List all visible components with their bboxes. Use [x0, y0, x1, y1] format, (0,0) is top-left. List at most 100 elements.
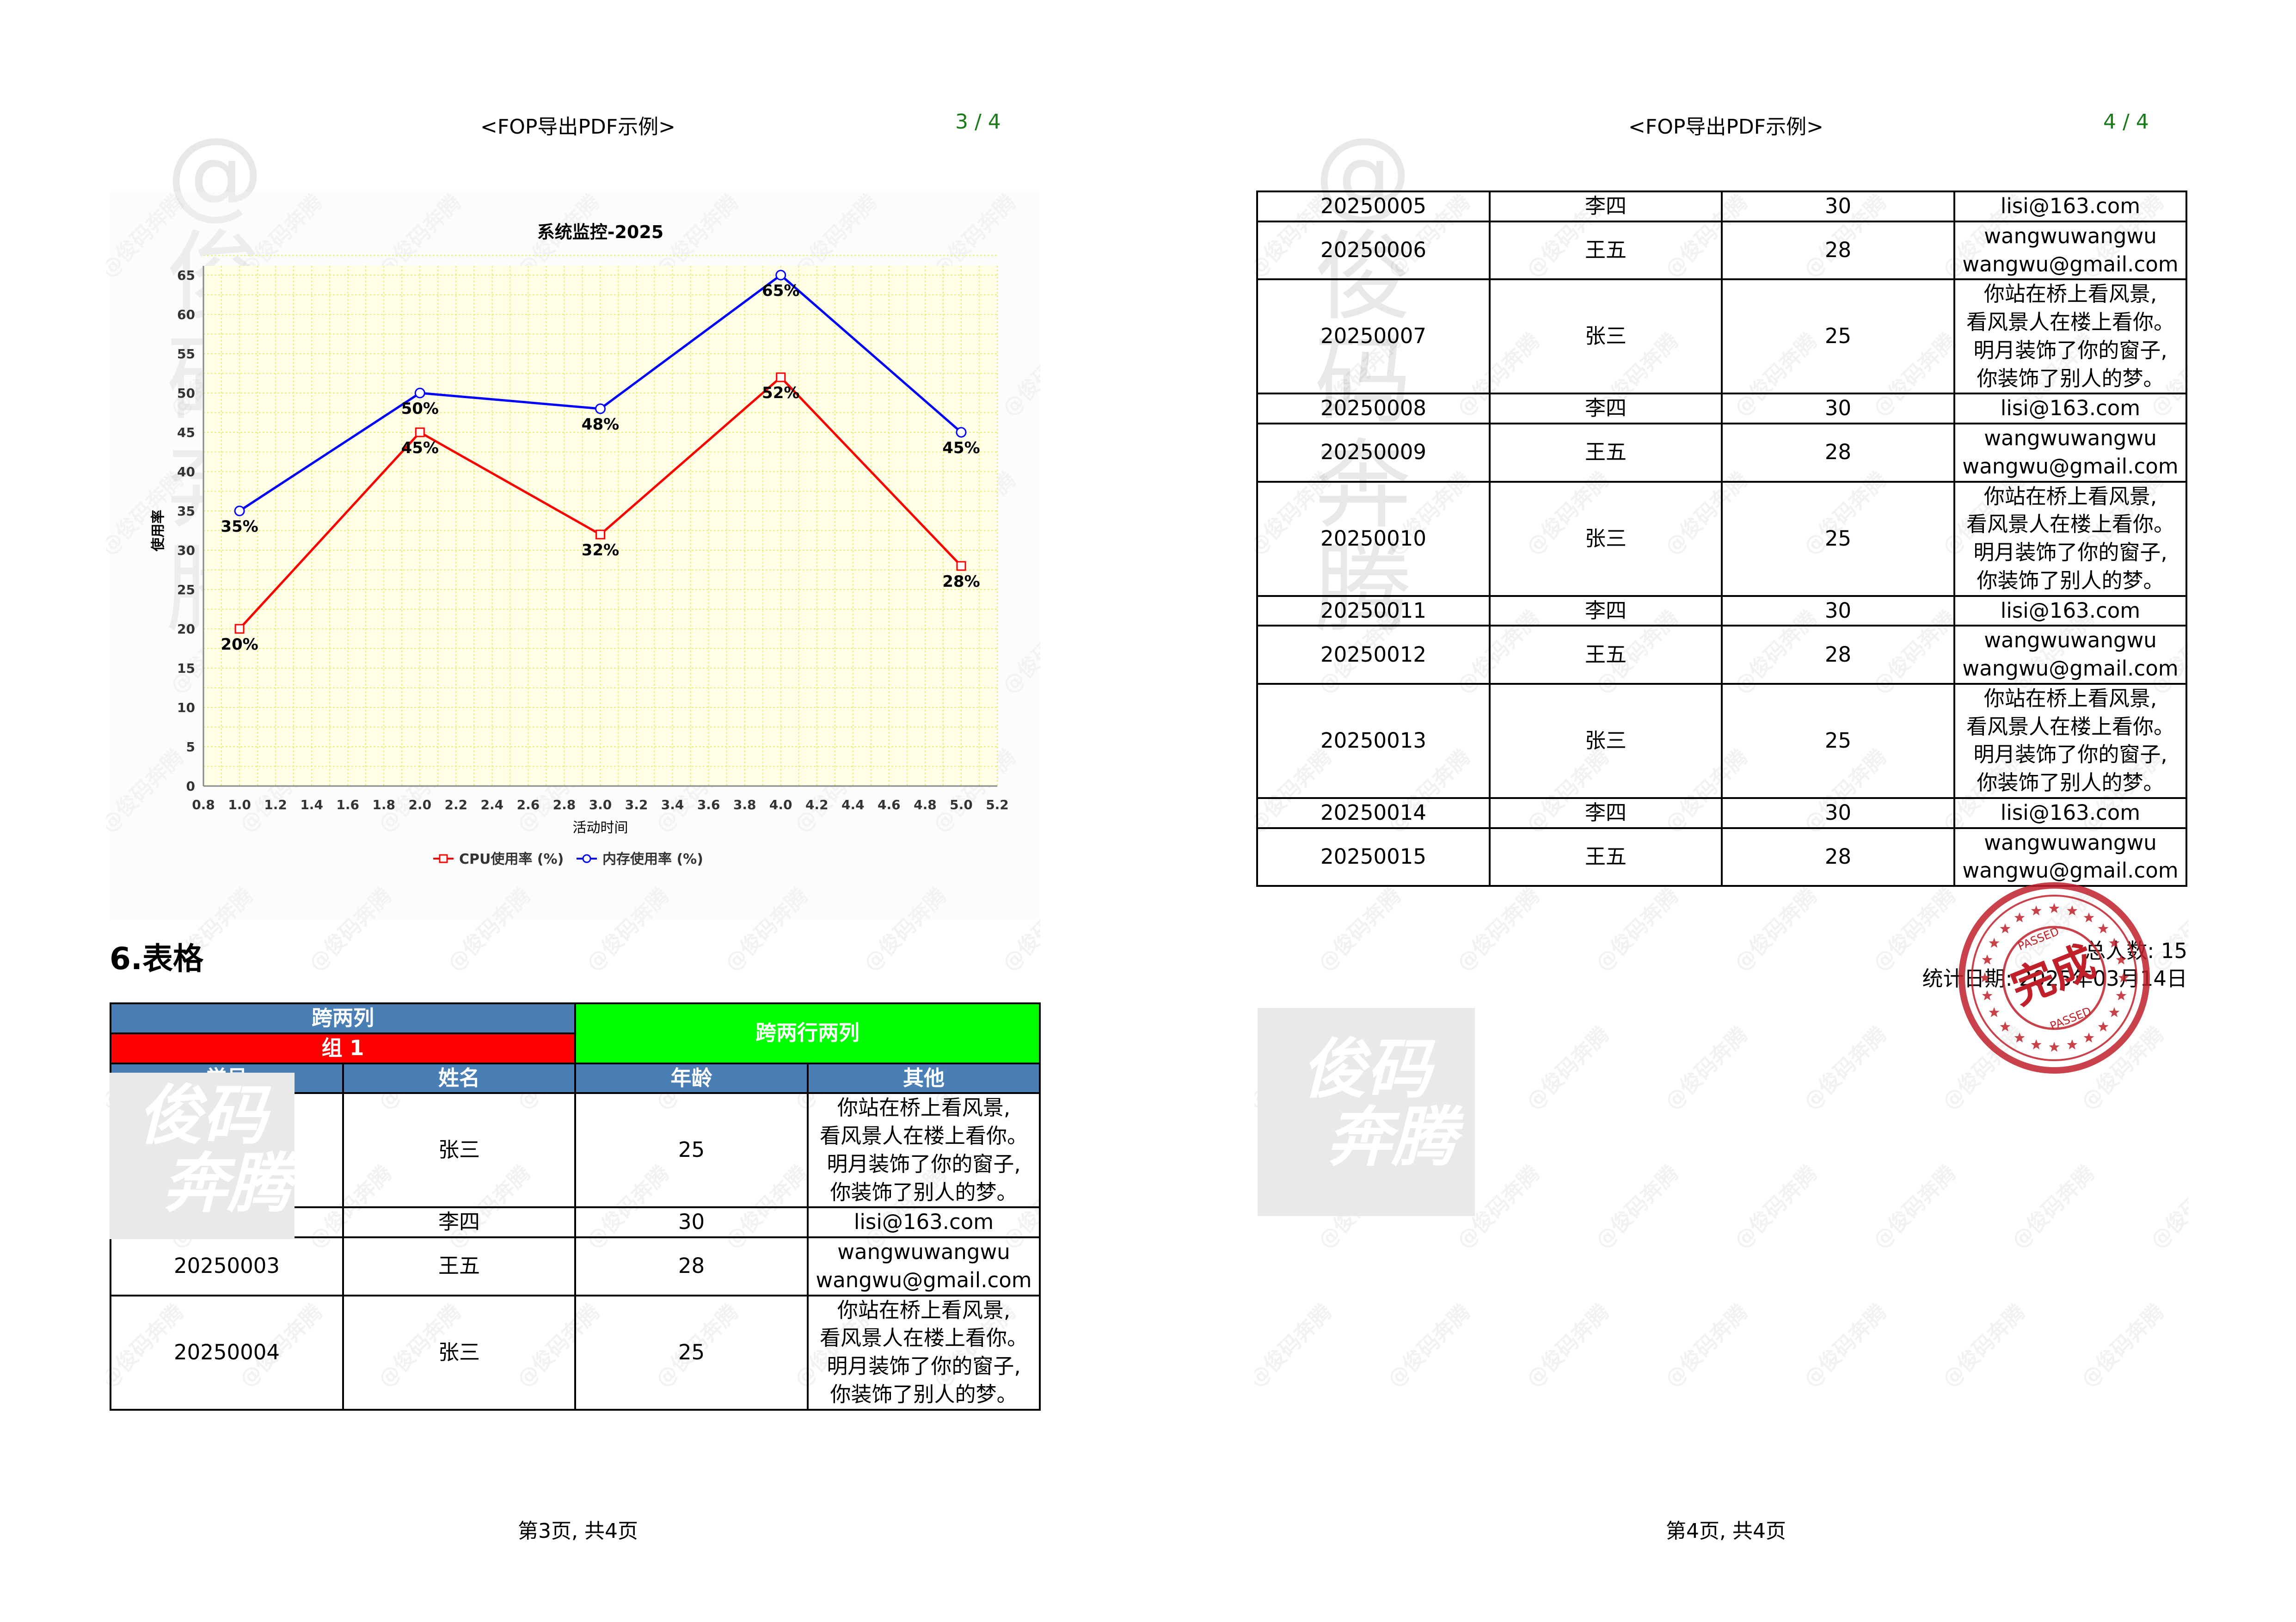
- cell-name: 李四: [1489, 393, 1723, 424]
- cell-name: 王五: [1489, 827, 1723, 887]
- page-number: 4 / 4: [2103, 110, 2149, 134]
- watermark-text: @俊码奔腾: [2006, 1160, 2100, 1253]
- chart-title: 系统监控-2025: [537, 222, 664, 242]
- watermark-text: @俊码奔腾: [1798, 1021, 1891, 1115]
- data-label: 32%: [582, 541, 619, 559]
- y-tick-label: 25: [177, 582, 195, 597]
- stamp-star: [2083, 1032, 2094, 1043]
- data-label: 35%: [221, 517, 258, 536]
- x-axis-title: 活动时间: [573, 820, 628, 836]
- header-span-two-rows: 跨两行两列: [574, 1002, 1041, 1064]
- stamp-star: [2000, 923, 2011, 934]
- cell-age: 30: [1721, 595, 1955, 627]
- cell-other: 你站在桥上看风景, 看风景人在楼上看你。 明月装饰了你的窗子, 你装饰了别人的梦。: [1953, 682, 2187, 799]
- cell-other-line: 明月装饰了你的窗子,: [1973, 742, 2167, 767]
- table-row: 20250012 王五 28 wangwuwangwu wangwu@gmail.com: [1256, 625, 2187, 685]
- cell-name: 李四: [1489, 797, 1723, 829]
- page-header-title: <FOP导出PDF示例>: [480, 115, 675, 139]
- legend-label: 内存使用率 (%): [602, 851, 703, 867]
- stamp-star: [2083, 912, 2094, 922]
- cell-other-line: 看风景人在楼上看你。: [1966, 714, 2174, 739]
- y-tick-label: 35: [177, 504, 195, 519]
- cell-other-line: 你装饰了别人的梦。: [1977, 366, 2164, 391]
- table-row: 20250013 张三 25 你站在桥上看风景, 看风景人在楼上看你。 明月装饰了你的窗子…: [1256, 682, 2187, 799]
- y-tick-label: 65: [177, 268, 195, 283]
- data-label: 48%: [582, 415, 619, 434]
- table-row: 20250008 李四 30 lisi@163.com: [1256, 393, 2187, 424]
- stamp-star: [2116, 990, 2127, 1001]
- watermark-text: @俊码奔腾: [1659, 1299, 1753, 1392]
- page-footer: 第3页, 共4页: [518, 1519, 638, 1543]
- cell-other-line: lisi@163.com: [853, 1210, 994, 1235]
- page-4: <FOP导出PDF示例> 4 / 4 @俊码奔腾 @俊码奔腾 @俊码奔腾 @俊码奔腾 @…: [1148, 0, 2296, 1622]
- stamp-star: [1982, 954, 1993, 965]
- header-group: 组 1: [109, 1032, 577, 1064]
- watermark-text: @俊码奔腾: [1659, 1021, 1753, 1115]
- stamp-star: [2014, 912, 2025, 922]
- cell-other-line: wangwu@gmail.com: [1962, 656, 2179, 681]
- cell-other-line: lisi@163.com: [2000, 194, 2141, 218]
- y-tick-label: 40: [177, 464, 195, 479]
- column-header-name: 姓名: [342, 1062, 577, 1094]
- cell-other-line: lisi@163.com: [2000, 800, 2141, 825]
- cell-id: 20250015: [1256, 827, 1491, 887]
- table-row: 20250007 张三 25 你站在桥上看风景, 看风景人在楼上看你。 明月装饰了你的窗子…: [1256, 278, 2187, 395]
- cell-age: 28: [574, 1236, 809, 1296]
- x-tick-label: 1.6: [336, 797, 359, 812]
- cell-age: 30: [1721, 797, 1955, 829]
- cell-age: 28: [1721, 220, 1955, 281]
- cell-other: lisi@163.com: [807, 1206, 1041, 1238]
- table-row: 20250014 李四 30 lisi@163.com: [1256, 797, 2187, 829]
- watermark-text: @俊码奔腾: [1451, 883, 1545, 976]
- cell-name: 张三: [1489, 682, 1723, 799]
- watermark-logo-line: 奔腾: [1326, 1100, 1456, 1175]
- x-tick-label: 4.6: [878, 797, 901, 812]
- passed-stamp: PASSED 完成 PASSED: [1958, 882, 2150, 1074]
- data-point: [595, 403, 606, 414]
- x-tick-label: 0.8: [192, 797, 215, 812]
- legend-marker: [439, 854, 448, 863]
- stamp-star: [2098, 1021, 2109, 1032]
- cell-other: 你站在桥上看风景, 看风景人在楼上看你。 明月装饰了你的窗子, 你装饰了别人的梦。: [807, 1092, 1041, 1209]
- stamp-star: [2116, 954, 2127, 965]
- stamp-star: [1989, 1007, 2000, 1017]
- cell-other-line: 看风景人在楼上看你。: [1966, 310, 2174, 334]
- section-title: 6.表格: [110, 941, 203, 977]
- page-header-title: <FOP导出PDF示例>: [1628, 115, 1823, 139]
- cell-other: 你站在桥上看风景, 看风景人在楼上看你。 明月装饰了你的窗子, 你装饰了别人的梦。: [1953, 278, 2187, 395]
- cell-name: 张三: [1489, 480, 1723, 597]
- data-point: [414, 387, 425, 399]
- x-tick-label: 2.2: [445, 797, 468, 812]
- cell-other: wangwuwangwu wangwu@gmail.com: [807, 1236, 1041, 1296]
- y-tick-label: 60: [177, 307, 195, 322]
- cell-id: 20250012: [1256, 625, 1491, 685]
- x-tick-label: 2.8: [553, 797, 576, 812]
- cell-age: 30: [1721, 393, 1955, 424]
- data-label: 52%: [762, 384, 799, 402]
- x-tick-label: 3.0: [589, 797, 612, 812]
- cell-id: 20250007: [1256, 278, 1491, 395]
- y-tick-label: 10: [177, 700, 195, 715]
- data-label: 65%: [762, 282, 799, 300]
- y-tick-label: 50: [177, 386, 195, 401]
- x-tick-label: 4.4: [841, 797, 865, 812]
- cell-age: 28: [1721, 625, 1955, 685]
- data-point: [234, 505, 245, 516]
- y-tick-label: 5: [186, 739, 195, 755]
- cell-id: 20250003: [110, 1236, 344, 1296]
- stamp-star: [2109, 938, 2120, 948]
- cell-other-line: wangwuwangwu: [1984, 223, 2157, 248]
- table-row: 20250004 张三 25 你站在桥上看风景, 看风景人在楼上看你。 明月装饰了你的窗子…: [110, 1294, 1041, 1411]
- cell-other-line: 明月装饰了你的窗子,: [827, 1151, 1021, 1176]
- y-axis-title: 使用率: [150, 510, 166, 552]
- watermark-logo: 俊码 奔腾: [1258, 1008, 1475, 1216]
- table-row: 20250006 王五 28 wangwuwangwu wangwu@gmail.com: [1256, 220, 2187, 281]
- cell-other: wangwuwangwu wangwu@gmail.com: [1953, 827, 2187, 887]
- cell-other-line: 你装饰了别人的梦。: [830, 1180, 1018, 1204]
- table-row: 20250009 王五 28 wangwuwangwu wangwu@gmail.com: [1256, 423, 2187, 483]
- cell-other: 你站在桥上看风景, 看风景人在楼上看你。 明月装饰了你的窗子, 你装饰了别人的梦。: [807, 1294, 1041, 1411]
- cell-id: 20250013: [1256, 682, 1491, 799]
- watermark-text: @俊码奔腾: [1937, 1299, 2030, 1392]
- x-tick-label: 2.0: [408, 797, 431, 812]
- stamp-star: [2098, 923, 2109, 934]
